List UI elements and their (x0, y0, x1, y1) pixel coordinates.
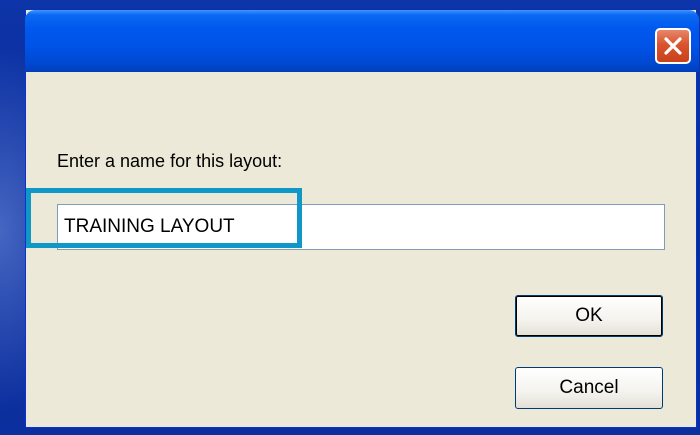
title-bar[interactable] (25, 10, 699, 72)
prompt-label: Enter a name for this layout: (57, 151, 283, 171)
layout-name-input[interactable] (57, 204, 665, 250)
layout-name-dialog: Enter a name for this layout: OK Cancel (25, 10, 699, 428)
close-button[interactable] (655, 28, 691, 64)
cancel-button[interactable]: Cancel (515, 367, 663, 409)
ok-button[interactable]: OK (515, 295, 663, 337)
dialog-body: Enter a name for this layout: OK Cancel (26, 72, 696, 427)
close-icon (664, 37, 682, 55)
